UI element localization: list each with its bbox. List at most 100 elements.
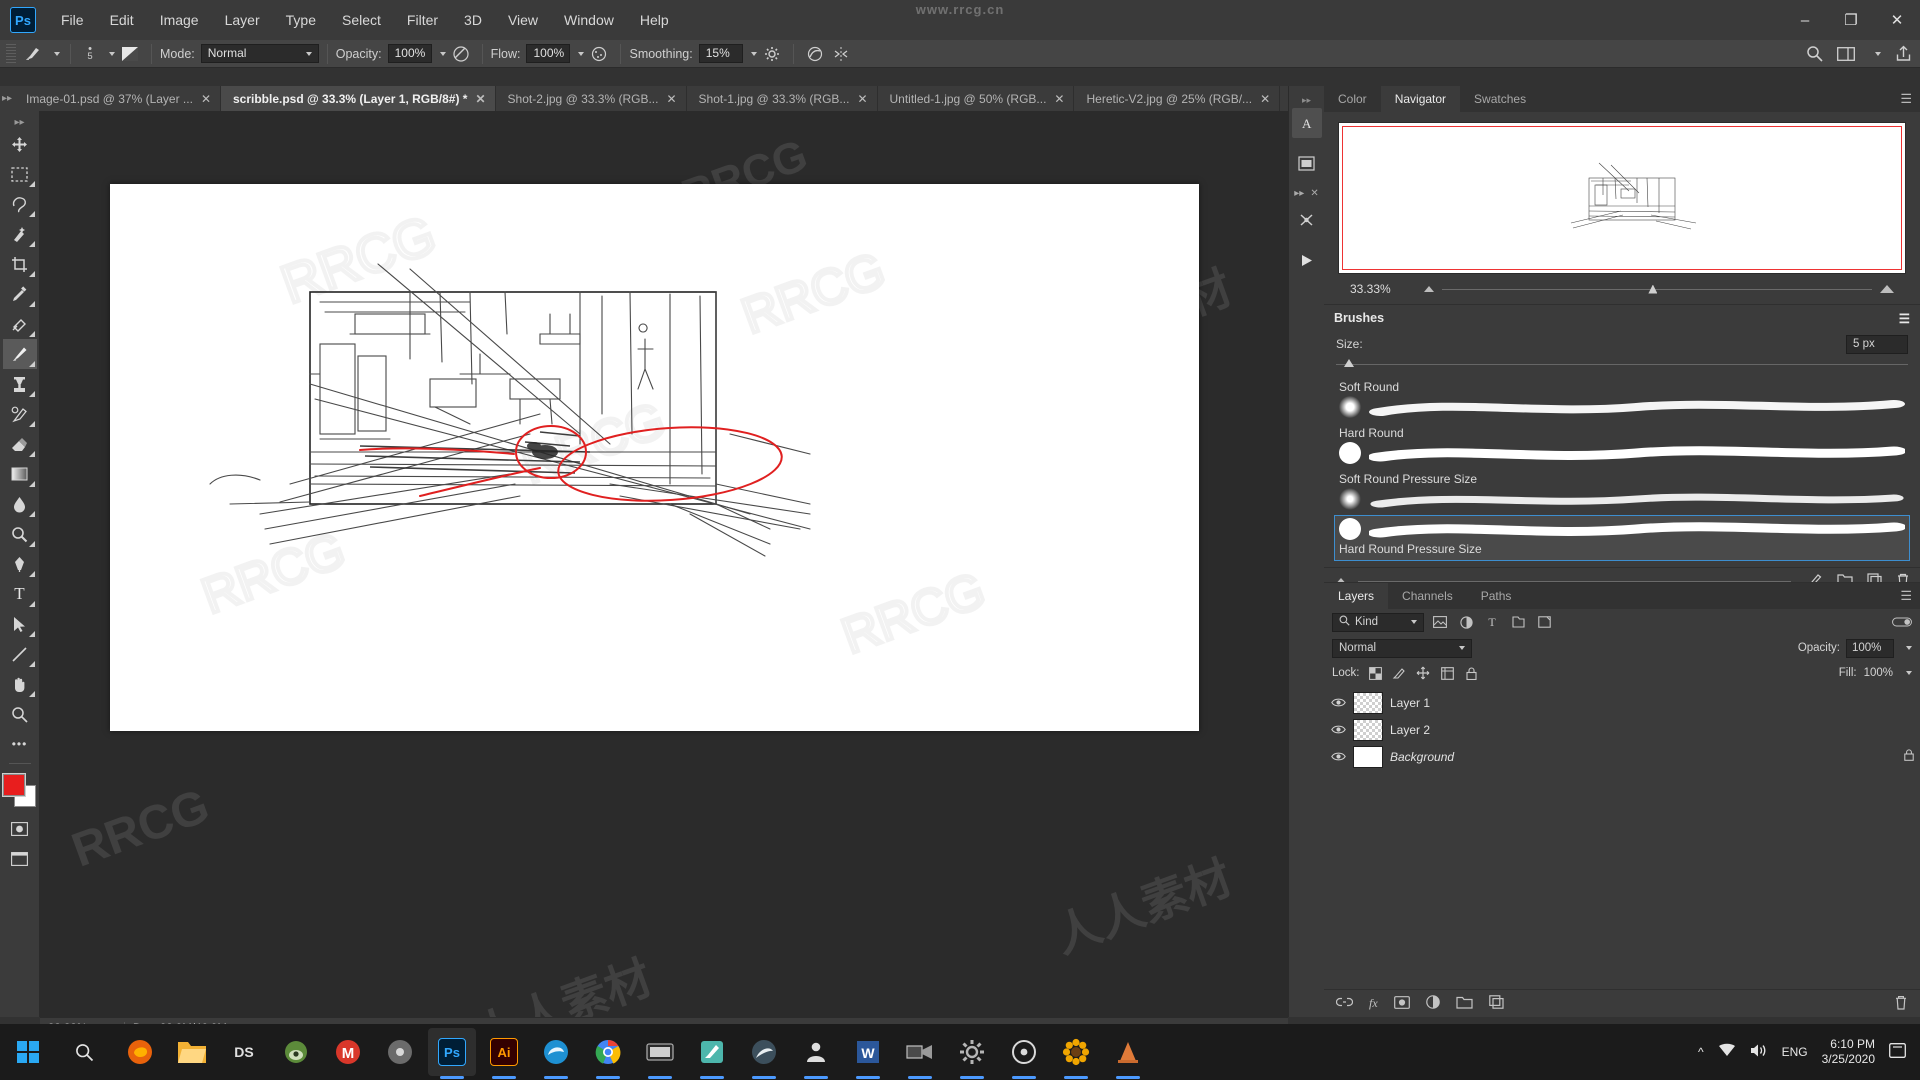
tool-lasso[interactable] — [3, 189, 37, 219]
maximize-button[interactable]: ❐ — [1828, 0, 1874, 40]
menu-select[interactable]: Select — [329, 0, 394, 40]
dock-grip[interactable]: ▸▸ — [1301, 95, 1313, 105]
arrange-documents-icon[interactable] — [1837, 46, 1855, 61]
brush-size-slider[interactable] — [1336, 357, 1908, 371]
tool-more[interactable]: ••• — [3, 729, 37, 759]
blend-mode-select[interactable]: Normal — [200, 44, 319, 63]
menu-help[interactable]: Help — [627, 0, 682, 40]
brush-tool-icon[interactable] — [20, 44, 46, 64]
tool-eyedropper[interactable] — [3, 279, 37, 309]
lock-image-pixels-icon[interactable] — [1391, 665, 1408, 682]
designspark-taskbar-icon[interactable]: DS — [220, 1028, 268, 1076]
foreground-color-chip[interactable] — [2, 774, 25, 796]
canvas-area[interactable]: 人人素材 RRCG 人人素材 RRCG 人人素材 人人素材 RRCG RRCG … — [40, 111, 1288, 1017]
brush-preset-hard-round[interactable]: Hard Round — [1334, 423, 1910, 467]
tool-shape[interactable] — [3, 639, 37, 669]
airbrush-icon[interactable] — [586, 44, 612, 64]
search-icon[interactable] — [1806, 45, 1823, 62]
document-canvas[interactable]: RRCG RRCG RRCG RRCG RRCG — [110, 184, 1199, 731]
filter-shape-icon[interactable] — [1508, 613, 1528, 632]
tab-channels[interactable]: Channels — [1388, 583, 1467, 609]
link-layers-icon[interactable] — [1335, 996, 1354, 1011]
layer-fill-dropdown-icon[interactable] — [1906, 671, 1912, 675]
tool-history-brush[interactable] — [3, 399, 37, 429]
lock-position-icon[interactable] — [1415, 665, 1432, 682]
symmetry-icon[interactable] — [828, 44, 854, 64]
chrome-taskbar-icon[interactable] — [584, 1028, 632, 1079]
layer-row-background[interactable]: Background — [1324, 743, 1920, 770]
screen-mode-icon[interactable] — [3, 844, 37, 874]
tab-paths[interactable]: Paths — [1466, 583, 1526, 609]
menu-type[interactable]: Type — [273, 0, 329, 40]
eye-icon[interactable] — [1330, 749, 1346, 765]
volume-icon[interactable] — [1750, 1043, 1768, 1061]
brush-preset-soft-round-pressure-size[interactable]: Soft Round Pressure Size — [1334, 469, 1910, 513]
layer-fill-input[interactable]: 100% — [1864, 667, 1893, 679]
options-bar-grip[interactable] — [6, 43, 16, 64]
disc-taskbar-icon[interactable] — [376, 1028, 424, 1076]
new-layer-icon[interactable] — [1488, 995, 1504, 1012]
windows-start-icon[interactable] — [0, 1024, 56, 1080]
brush-size-input[interactable]: 5 px — [1846, 334, 1908, 354]
document-tab-untitled-1[interactable]: Untitled-1.jpg @ 50% (RGB... ✕ — [877, 86, 1075, 111]
color-chips[interactable] — [2, 774, 37, 808]
lock-artboard-nesting-icon[interactable] — [1439, 665, 1456, 682]
eye-icon[interactable] — [1330, 695, 1346, 711]
opacity-dropdown[interactable] — [432, 44, 448, 63]
slider-thumb[interactable] — [1344, 359, 1354, 367]
close-icon[interactable]: ✕ — [666, 92, 676, 106]
layer-name[interactable]: Layer 2 — [1390, 723, 1430, 737]
tool-eraser[interactable] — [3, 429, 37, 459]
document-tab-shot-1[interactable]: Shot-1.jpg @ 33.3% (RGB... ✕ — [686, 86, 878, 111]
file-explorer-taskbar-icon[interactable] — [168, 1028, 216, 1076]
document-tab-shot-2[interactable]: Shot-2.jpg @ 33.3% (RGB... ✕ — [495, 86, 687, 111]
notification-icon[interactable] — [1889, 1043, 1906, 1061]
close-button[interactable]: ✕ — [1874, 0, 1920, 40]
sunflower-taskbar-icon[interactable] — [1052, 1028, 1100, 1079]
tab-navigator[interactable]: Navigator — [1380, 86, 1461, 112]
tool-move[interactable] — [3, 129, 37, 159]
pressure-opacity-icon[interactable] — [448, 44, 474, 64]
menu-filter[interactable]: Filter — [394, 0, 451, 40]
chevron-down-icon[interactable] — [1869, 51, 1881, 56]
taskbar-search-icon[interactable] — [56, 1024, 112, 1080]
pressure-size-icon[interactable] — [802, 44, 828, 64]
menu-layer[interactable]: Layer — [212, 0, 273, 40]
tool-path-selection[interactable] — [3, 609, 37, 639]
close-icon[interactable]: ✕ — [1054, 92, 1064, 106]
tool-blur[interactable] — [3, 489, 37, 519]
smoothing-dropdown[interactable] — [743, 44, 759, 63]
menu-window[interactable]: Window — [551, 0, 627, 40]
tool-pen[interactable] — [3, 549, 37, 579]
tab-color[interactable]: Color — [1324, 86, 1381, 112]
menu-file[interactable]: File — [48, 0, 97, 40]
layer-opacity-input[interactable]: 100% — [1846, 638, 1894, 658]
lock-transparent-pixels-icon[interactable] — [1367, 665, 1384, 682]
close-icon[interactable]: ✕ — [201, 92, 211, 106]
document-tab-scribble[interactable]: scribble.psd @ 33.3% (Layer 1, RGB/8#) *… — [221, 86, 496, 111]
flow-input[interactable]: 100% — [526, 44, 571, 63]
toolbar-grip[interactable]: ▸▸ — [13, 115, 27, 129]
people-taskbar-icon[interactable] — [792, 1028, 840, 1079]
navigator-zoom-value[interactable]: 33.33% — [1350, 282, 1416, 296]
gear-app-taskbar-icon[interactable] — [948, 1028, 996, 1079]
layer-style-icon[interactable]: fx — [1369, 996, 1378, 1011]
tool-marquee[interactable] — [3, 159, 37, 189]
tool-hand[interactable] — [3, 669, 37, 699]
brush-preset-soft-round[interactable]: Soft Round — [1334, 377, 1910, 421]
layer-name[interactable]: Layer 1 — [1390, 696, 1430, 710]
navigator-thumbnail[interactable] — [1338, 122, 1906, 274]
tab-bar-grip[interactable]: ▸▸ — [0, 86, 14, 111]
tool-healing-brush[interactable] — [3, 309, 37, 339]
filter-smart-object-icon[interactable] — [1534, 613, 1554, 632]
layer-filter-kind-select[interactable]: Kind — [1332, 612, 1424, 632]
layer-thumbnail[interactable] — [1353, 745, 1383, 768]
tool-gradient[interactable] — [3, 459, 37, 489]
navigator-zoom-slider[interactable] — [1442, 280, 1872, 298]
share-icon[interactable] — [1895, 45, 1912, 62]
tray-clock[interactable]: 6:10 PM 3/25/2020 — [1822, 1037, 1875, 1067]
character-panel-icon[interactable]: A — [1291, 108, 1322, 138]
edge-taskbar-icon[interactable] — [532, 1028, 580, 1079]
cone-taskbar-icon[interactable] — [1104, 1028, 1152, 1079]
panel-menu-icon[interactable]: ☰ — [1899, 311, 1910, 326]
